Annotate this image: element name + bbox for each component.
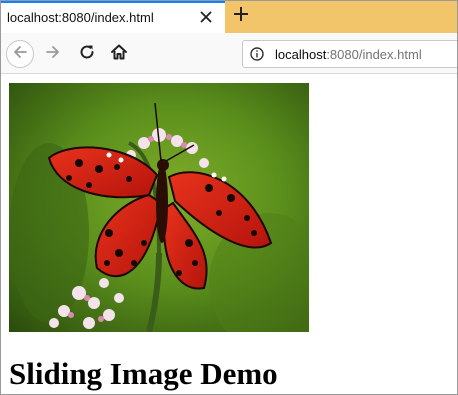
arrow-left-icon <box>12 44 28 65</box>
tab-strip: localhost:8080/index.html <box>1 1 457 33</box>
plus-icon <box>233 6 249 27</box>
butterfly-photo <box>9 83 309 332</box>
home-button[interactable] <box>105 40 133 68</box>
url-host: localhost <box>275 47 327 62</box>
browser-window: localhost:8080/index.html localhost:8080… <box>0 0 458 395</box>
url-path: :8080/index.html <box>326 47 422 62</box>
address-bar[interactable]: localhost:8080/index.html <box>242 40 457 68</box>
page-heading: Sliding Image Demo <box>9 356 278 391</box>
home-icon <box>110 43 128 66</box>
new-tab-button[interactable] <box>230 5 252 27</box>
tab-title: localhost:8080/index.html <box>7 10 154 25</box>
url-text[interactable]: localhost:8080/index.html <box>275 47 422 62</box>
info-icon[interactable] <box>250 47 264 61</box>
arrow-right-icon <box>45 44 61 65</box>
reload-button[interactable] <box>73 40 101 68</box>
tab-active[interactable]: localhost:8080/index.html <box>1 1 225 33</box>
navigation-toolbar: localhost:8080/index.html <box>1 33 457 74</box>
close-icon[interactable] <box>198 9 214 25</box>
page-content: Sliding Image Demo <box>1 74 457 394</box>
back-button[interactable] <box>6 40 34 68</box>
reload-icon <box>78 43 96 66</box>
forward-button[interactable] <box>39 40 67 68</box>
